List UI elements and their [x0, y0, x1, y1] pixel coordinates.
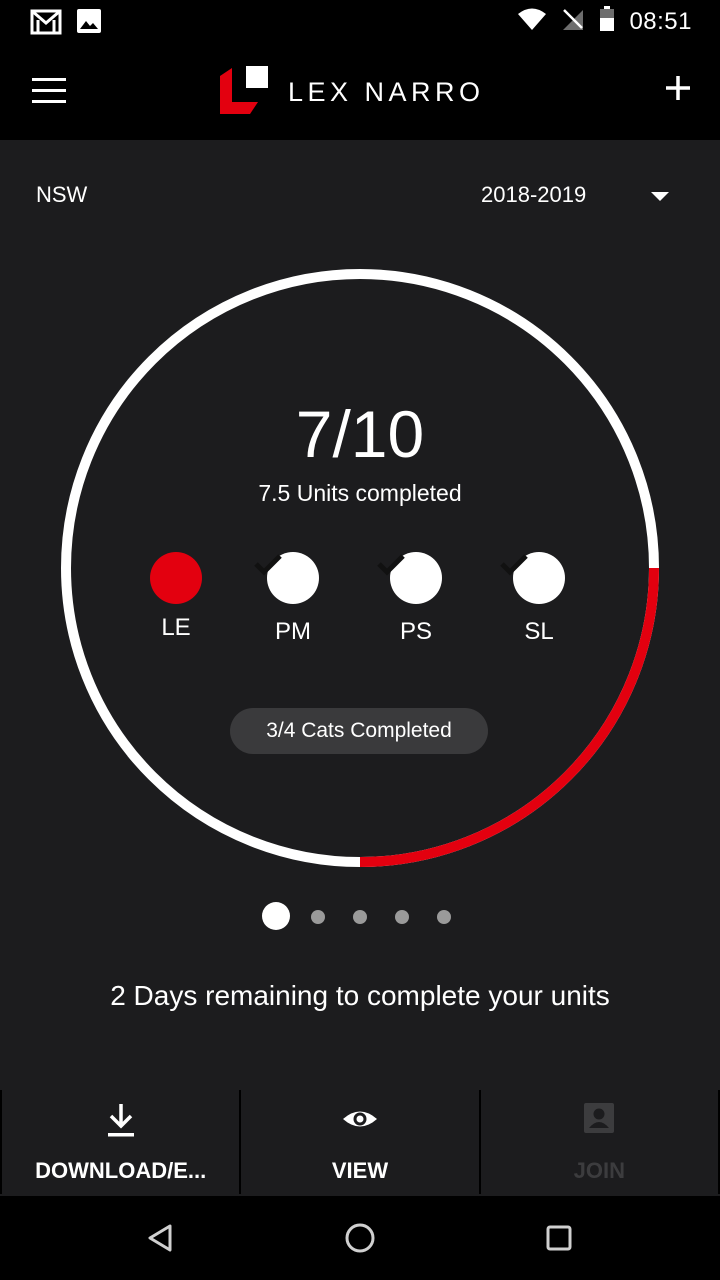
battery-icon: [599, 6, 615, 37]
filter-row: NSW 2018-2019: [0, 176, 720, 212]
download-button[interactable]: DOWNLOAD/E...: [2, 1090, 240, 1194]
state-label: NSW: [36, 182, 88, 207]
gmail-icon: [30, 8, 62, 41]
status-bar: 08:51: [0, 0, 720, 44]
category-label: PM: [275, 618, 311, 645]
category-label: PS: [399, 618, 432, 645]
eye-icon: [342, 1111, 377, 1127]
brand-logo: LEX NARRO: [218, 66, 485, 118]
chevron-down-icon: [651, 192, 669, 201]
recents-icon[interactable]: [539, 1218, 579, 1258]
join-label: JOIN: [573, 1158, 625, 1183]
page-dot[interactable]: [437, 910, 451, 924]
page-dot[interactable]: [353, 910, 367, 924]
download-icon: [107, 1104, 134, 1137]
check-icon: [500, 552, 565, 604]
days-remaining-text: 2 Days remaining to complete your units: [110, 980, 610, 1011]
category-le[interactable]: LE: [136, 552, 216, 642]
cats-completed-badge: 3/4 Cats Completed: [230, 708, 488, 754]
units-completed-text: 7.5 Units completed: [258, 480, 462, 506]
page-dot-active[interactable]: [262, 902, 290, 930]
check-icon: [377, 552, 442, 604]
image-icon: [76, 8, 102, 41]
action-bar: DOWNLOAD/E... VIEW JOIN: [0, 1090, 720, 1194]
page-dot[interactable]: [311, 910, 325, 924]
page-indicator: [0, 902, 720, 932]
plus-icon[interactable]: [664, 74, 692, 102]
app-bar: LEX NARRO: [0, 44, 720, 140]
score-value: 7/10: [295, 397, 425, 471]
category-list: LE PM PS SL: [60, 552, 660, 652]
page-dot[interactable]: [395, 910, 409, 924]
back-icon[interactable]: [140, 1218, 180, 1258]
year-value: 2018-2019: [481, 182, 587, 207]
category-label: LE: [161, 614, 191, 641]
view-button[interactable]: VIEW: [241, 1090, 479, 1194]
home-icon[interactable]: [340, 1218, 380, 1258]
category-label: SL: [524, 618, 554, 645]
join-button[interactable]: JOIN: [480, 1090, 718, 1194]
clock: 08:51: [629, 7, 692, 35]
no-signal-icon: [561, 7, 585, 36]
category-pm[interactable]: PM: [253, 552, 333, 646]
view-label: VIEW: [331, 1158, 389, 1183]
year-dropdown[interactable]: 2018-2019: [481, 182, 681, 212]
hamburger-menu-icon[interactable]: [32, 78, 66, 104]
category-ps[interactable]: PS: [376, 552, 456, 646]
category-sl[interactable]: SL: [499, 552, 579, 646]
incomplete-dot-icon: [150, 552, 202, 604]
download-label: DOWNLOAD/E...: [35, 1158, 207, 1183]
lex-narro-logo-icon: [220, 66, 268, 114]
system-nav-bar: [0, 1196, 720, 1280]
check-icon: [254, 552, 319, 604]
contact-card-icon: [584, 1103, 615, 1133]
progress-ring[interactable]: 7/10 7.5 Units completed LE PM PS SL 3/4…: [60, 268, 660, 868]
brand-name: LEX NARRO: [288, 76, 485, 107]
wifi-icon: [517, 7, 547, 36]
